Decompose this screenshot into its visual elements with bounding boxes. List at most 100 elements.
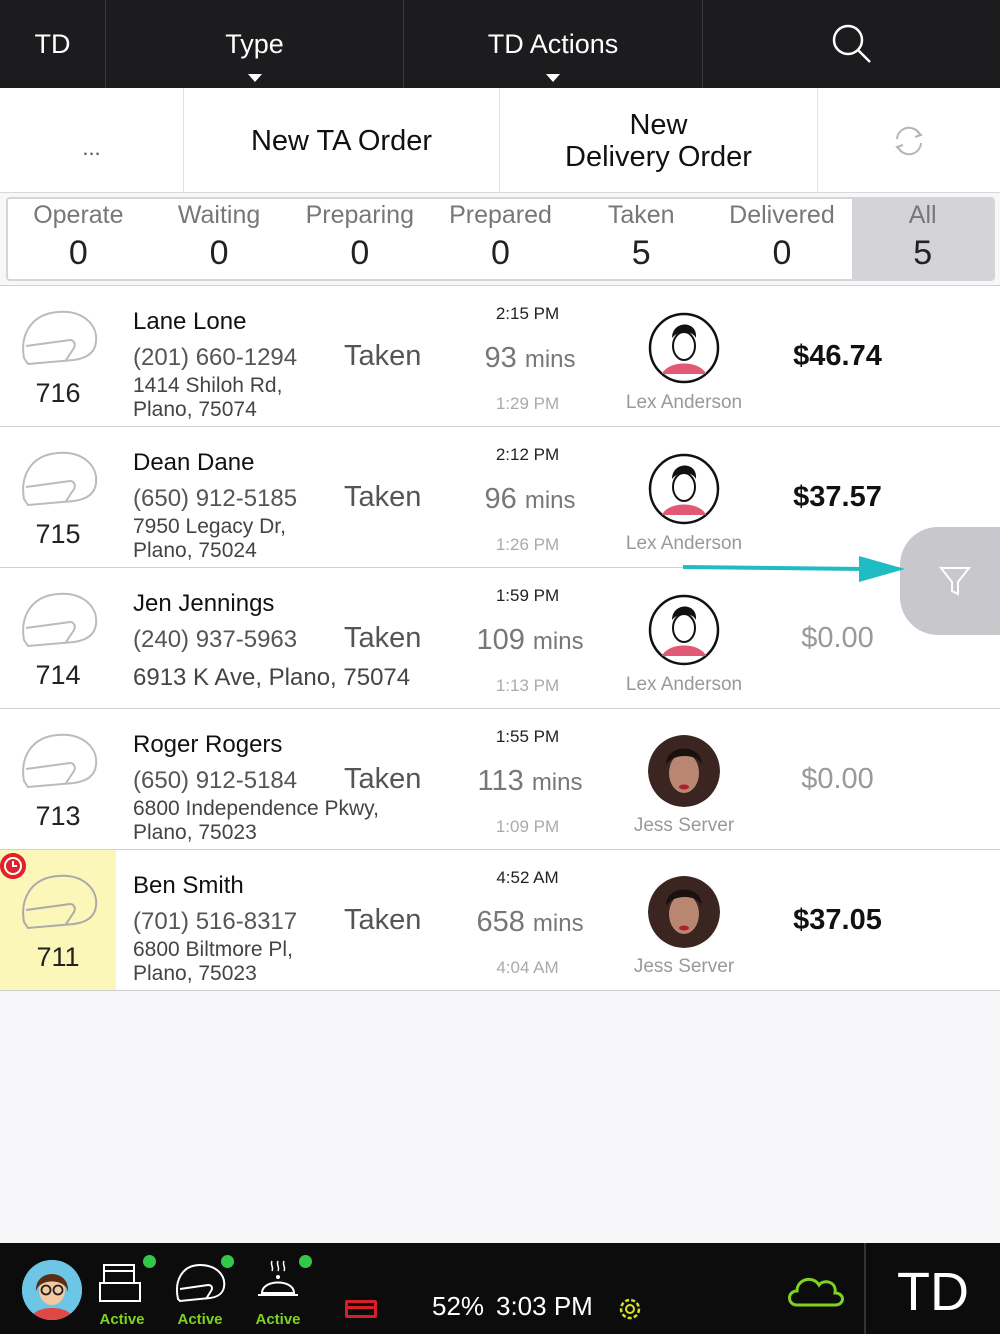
top-nav-bar: TD Type TD Actions [0,0,1000,88]
due-time: 2:12 PM [495,445,560,464]
delivery-helmet-icon [22,592,98,648]
order-status: Taken [344,340,422,372]
order-row[interactable]: 714 Jen Jennings (240) 937-5963 6913 K A… [0,568,1000,709]
credit-card-icon[interactable] [345,1300,377,1318]
status-count: 0 [68,234,88,272]
customer-name: Lane Lone [133,308,247,335]
clock-time: 3:03 PM [496,1291,593,1321]
customer-address: 6913 K Ave, Plano, 75074 [133,664,411,691]
server-avatar [648,312,720,384]
filter-icon [938,567,972,596]
new-delivery-label-line1: New [629,108,688,141]
status-tab-preparing[interactable]: Preparing 0 [289,199,430,279]
status-filter-bar: Operate 0 Waiting 0 Preparing 0 Prepared 0 T… [6,197,995,281]
status-label: Delivered [729,201,835,229]
due-time: 2:15 PM [495,304,560,323]
order-time: 1:29 PM [495,394,560,413]
user-avatar[interactable] [22,1260,82,1320]
customer-address: 6800 Biltmore Pl, Plano, 75023 [133,938,393,986]
order-status: Taken [344,622,422,654]
order-list: 716 Lane Lone (201) 660-1294 1414 Shiloh… [0,285,1000,991]
order-number-cell: 715 [0,427,116,567]
delivery-helmet-icon [22,733,98,789]
type-dropdown[interactable]: Type [106,0,404,88]
td-menu-button[interactable]: TD [0,0,106,88]
status-count: 0 [350,234,370,272]
dine-in-active-toggle[interactable]: Active [248,1257,308,1329]
elapsed-minutes-value: 113 [477,765,524,797]
status-tab-all[interactable]: All 5 [852,199,994,279]
order-total: $37.05 [793,904,882,936]
order-actions-bar: ... New TA Order New Delivery Order [0,88,1000,193]
order-number-cell: 714 [0,568,116,708]
more-label: ... [82,134,101,160]
search-button[interactable] [703,0,1000,88]
customer-phone: (650) 912-5184 [133,767,298,794]
delivery-helmet-icon [22,310,98,366]
server-name: Lex Anderson [625,392,743,413]
order-number-cell: 716 [0,286,116,426]
status-count: 5 [631,234,651,272]
td-actions-dropdown[interactable]: TD Actions [404,0,703,88]
address-line2: Plano, 75023 [133,821,257,844]
server-avatar [648,876,720,948]
bottom-status-bar: Active Active Active 52% 3:03 PM TD [0,1243,1000,1334]
elapsed-minutes: 658 mins [460,906,600,939]
delivery-status-dot [221,1255,234,1268]
order-status: Taken [344,904,422,936]
order-number: 711 [36,942,80,972]
refresh-button[interactable] [818,88,1000,193]
address-line2: Plano, 75024 [133,539,257,562]
status-label: Taken [607,201,675,229]
order-number: 713 [35,801,81,831]
td-mode-label[interactable]: TD [866,1261,1000,1323]
new-delivery-order-button[interactable]: New Delivery Order [500,88,818,193]
elapsed-minutes-unit: mins [532,910,584,937]
customer-phone: (201) 660-1294 [133,344,298,371]
td-label: TD [34,28,71,59]
status-tab-operate[interactable]: Operate 0 [8,199,149,279]
takeaway-status-dot [143,1255,156,1268]
address-line2: Plano, 75023 [133,962,257,985]
filter-button[interactable] [900,527,1000,635]
new-ta-order-label: New TA Order [250,124,433,157]
new-ta-order-button[interactable]: New TA Order [184,88,500,193]
elapsed-minutes-value: 96 [484,483,517,515]
gear-icon[interactable] [616,1295,644,1323]
status-tab-waiting[interactable]: Waiting 0 [149,199,290,279]
order-total: $0.00 [801,622,874,654]
order-row[interactable]: 715 Dean Dane (650) 912-5185 7950 Legacy… [0,427,1000,568]
server-name: Lex Anderson [625,533,743,554]
status-tab-taken[interactable]: Taken 5 [571,199,712,279]
status-tab-delivered[interactable]: Delivered 0 [712,199,853,279]
status-tab-prepared[interactable]: Prepared 0 [430,199,571,279]
order-row[interactable]: 713 Roger Rogers (650) 912-5184 6800 Ind… [0,709,1000,850]
chevron-down-icon [546,74,560,82]
customer-address: 1414 Shiloh Rd, Plano, 75074 [133,374,393,422]
customer-name: Jen Jennings [133,590,275,617]
due-time: 4:52 AM [496,868,559,887]
elapsed-minutes-unit: mins [524,487,576,514]
order-row[interactable]: 711 Ben Smith (701) 516-8317 6800 Biltmo… [0,850,1000,991]
customer-address: 7950 Legacy Dr, Plano, 75024 [133,515,393,563]
order-row[interactable]: 716 Lane Lone (201) 660-1294 1414 Shiloh… [0,286,1000,427]
chevron-down-icon [247,74,262,82]
takeaway-active-toggle[interactable]: Active [92,1257,152,1329]
elapsed-minutes: 109 mins [460,624,600,657]
status-label: Operate [33,201,124,229]
elapsed-minutes: 96 mins [460,483,600,516]
server-avatar [648,594,720,666]
status-count: 0 [491,234,510,272]
elapsed-minutes-value: 93 [484,342,517,374]
status-count: 0 [772,234,792,272]
order-total: $0.00 [801,763,874,795]
elapsed-minutes-unit: mins [532,628,584,655]
order-number: 716 [35,378,81,408]
more-button[interactable]: ... [0,88,184,193]
server-avatar [648,453,720,525]
customer-phone: (701) 516-8317 [133,908,298,935]
elapsed-minutes-value: 658 [476,906,525,938]
cloud-sync-icon[interactable] [783,1265,847,1313]
delivery-active-toggle[interactable]: Active [170,1257,230,1329]
elapsed-minutes: 93 mins [460,342,600,375]
